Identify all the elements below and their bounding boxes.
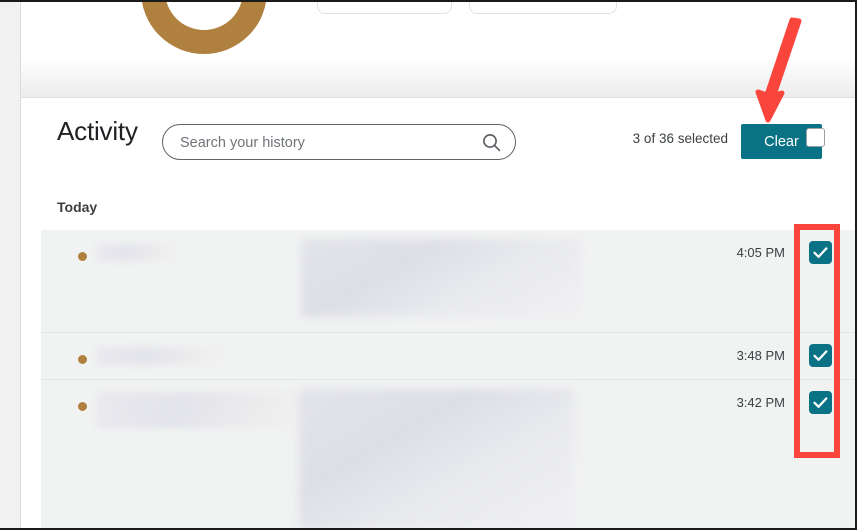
search-input[interactable] [178,125,472,161]
activity-rows-list: 4:05 PM 3:48 PM 3:42 PM [41,230,855,528]
activity-title-redacted [97,392,305,428]
activity-dot-icon [78,355,87,364]
day-heading: Today [57,199,98,215]
select-all-checkbox[interactable] [806,128,825,147]
activity-thumbnail-redacted [301,239,581,317]
activity-row-checkbox[interactable] [809,241,832,264]
check-icon [813,397,828,408]
search-icon[interactable] [482,133,501,152]
activity-dot-icon [78,402,87,411]
left-edge-rail [0,2,21,528]
activity-row[interactable]: 4:05 PM [41,230,855,333]
activity-dot-icon [78,252,87,261]
activity-panel: Activity 3 of 36 selected Clear Today 4:… [21,98,855,528]
application-frame: Activity 3 of 36 selected Clear Today 4:… [0,0,857,530]
check-icon [813,350,828,361]
check-icon [813,247,828,258]
activity-row-checkbox[interactable] [809,344,832,367]
activity-row-checkbox[interactable] [809,391,832,414]
activity-timestamp: 3:42 PM [736,395,785,410]
activity-thumbnail-redacted [299,389,574,528]
activity-row[interactable]: 3:48 PM [41,333,855,380]
activity-title-redacted [97,244,175,261]
activity-timestamp: 4:05 PM [736,245,785,260]
search-box[interactable] [162,124,516,161]
activity-header: Activity 3 of 36 selected Clear [21,98,855,174]
top-summary-section [21,2,855,97]
activity-timestamp: 3:48 PM [736,348,785,363]
donut-chart-icon [141,2,267,54]
selected-count-label: 3 of 36 selected [632,131,728,146]
page-title: Activity [57,116,138,146]
activity-row[interactable]: 3:42 PM [41,380,855,528]
activity-title-redacted [97,347,221,365]
filter-pill-2[interactable] [469,2,617,14]
filter-pill-1[interactable] [317,2,452,14]
